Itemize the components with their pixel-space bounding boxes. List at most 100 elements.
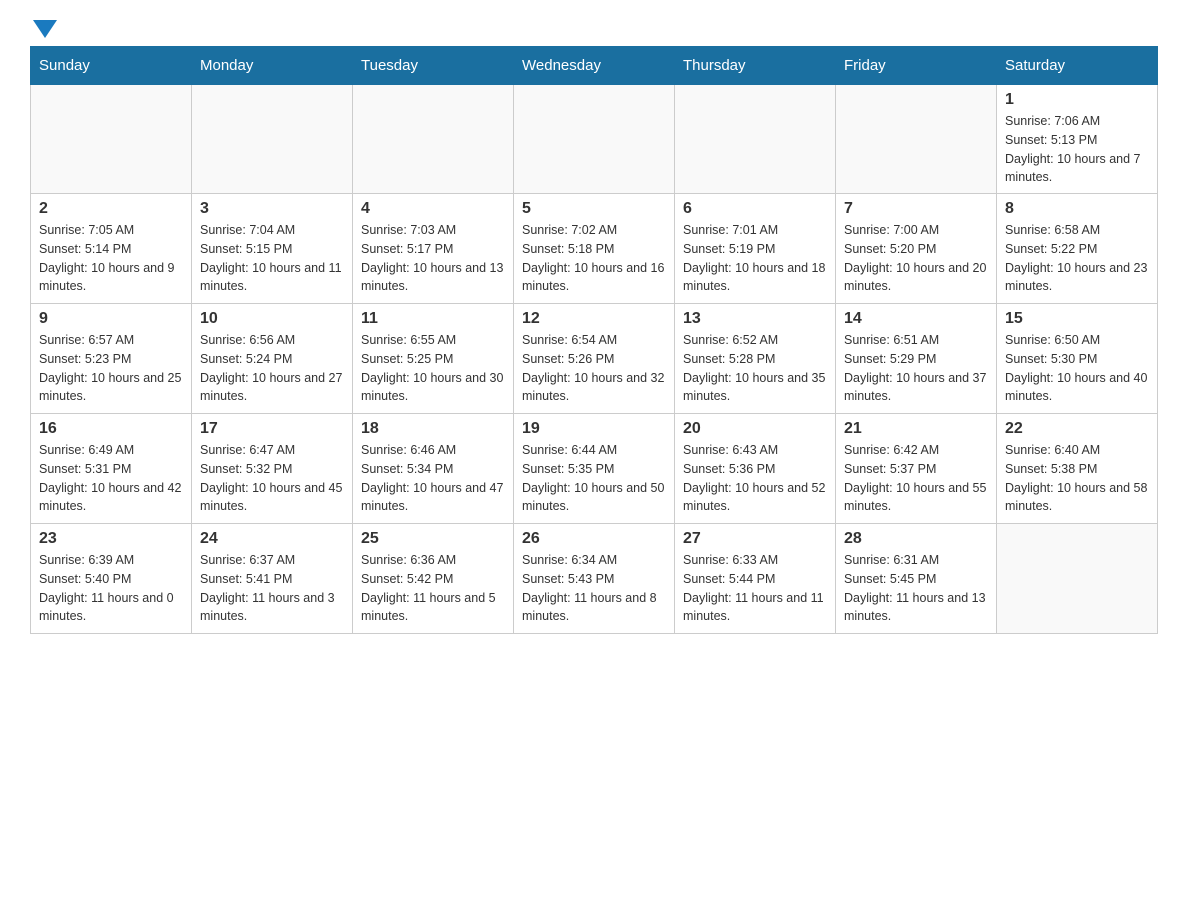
day-number: 22 <box>1005 420 1149 438</box>
logo-general <box>30 20 57 36</box>
day-number: 20 <box>683 420 827 438</box>
day-number: 28 <box>844 530 988 548</box>
day-number: 17 <box>200 420 344 438</box>
calendar-cell: 27 Sunrise: 6:33 AMSunset: 5:44 PMDayligh… <box>675 524 836 634</box>
day-number: 26 <box>522 530 666 548</box>
day-info: Sunrise: 6:44 AMSunset: 5:35 PMDaylight:… <box>522 441 666 516</box>
day-number: 7 <box>844 200 988 218</box>
day-info: Sunrise: 6:52 AMSunset: 5:28 PMDaylight:… <box>683 331 827 406</box>
calendar-cell: 20 Sunrise: 6:43 AMSunset: 5:36 PMDayligh… <box>675 414 836 524</box>
calendar-cell: 13 Sunrise: 6:52 AMSunset: 5:28 PMDayligh… <box>675 304 836 414</box>
day-number: 9 <box>39 310 183 328</box>
calendar-cell <box>192 85 353 194</box>
day-info: Sunrise: 7:00 AMSunset: 5:20 PMDaylight:… <box>844 221 988 296</box>
calendar-cell: 4 Sunrise: 7:03 AMSunset: 5:17 PMDaylight… <box>353 194 514 304</box>
calendar-header-monday: Monday <box>192 47 353 85</box>
calendar-week-1: 1 Sunrise: 7:06 AMSunset: 5:13 PMDaylight… <box>31 85 1158 194</box>
day-info: Sunrise: 6:58 AMSunset: 5:22 PMDaylight:… <box>1005 221 1149 296</box>
calendar-header-sunday: Sunday <box>31 47 192 85</box>
calendar-cell <box>997 524 1158 634</box>
day-info: Sunrise: 6:37 AMSunset: 5:41 PMDaylight:… <box>200 551 344 626</box>
calendar-cell: 12 Sunrise: 6:54 AMSunset: 5:26 PMDayligh… <box>514 304 675 414</box>
calendar-week-4: 16Sunrise: 6:49 AMSunset: 5:31 PMDayligh… <box>31 414 1158 524</box>
day-number: 8 <box>1005 200 1149 218</box>
calendar-week-3: 9Sunrise: 6:57 AMSunset: 5:23 PMDaylight… <box>31 304 1158 414</box>
calendar-cell: 16Sunrise: 6:49 AMSunset: 5:31 PMDayligh… <box>31 414 192 524</box>
day-number: 21 <box>844 420 988 438</box>
day-number: 13 <box>683 310 827 328</box>
day-number: 4 <box>361 200 505 218</box>
calendar-cell: 14 Sunrise: 6:51 AMSunset: 5:29 PMDayligh… <box>836 304 997 414</box>
day-number: 23 <box>39 530 183 548</box>
calendar-cell <box>675 85 836 194</box>
calendar-cell: 5 Sunrise: 7:02 AMSunset: 5:18 PMDaylight… <box>514 194 675 304</box>
calendar-cell: 18 Sunrise: 6:46 AMSunset: 5:34 PMDayligh… <box>353 414 514 524</box>
calendar-header-wednesday: Wednesday <box>514 47 675 85</box>
calendar-cell: 2Sunrise: 7:05 AMSunset: 5:14 PMDaylight… <box>31 194 192 304</box>
calendar-cell: 15Sunrise: 6:50 AMSunset: 5:30 PMDayligh… <box>997 304 1158 414</box>
day-number: 16 <box>39 420 183 438</box>
day-info: Sunrise: 6:34 AMSunset: 5:43 PMDaylight:… <box>522 551 666 626</box>
day-info: Sunrise: 6:39 AMSunset: 5:40 PMDaylight:… <box>39 551 183 626</box>
calendar-cell: 10 Sunrise: 6:56 AMSunset: 5:24 PMDayligh… <box>192 304 353 414</box>
calendar-cell: 11 Sunrise: 6:55 AMSunset: 5:25 PMDayligh… <box>353 304 514 414</box>
day-info: Sunrise: 7:02 AMSunset: 5:18 PMDaylight:… <box>522 221 666 296</box>
calendar-cell: 17 Sunrise: 6:47 AMSunset: 5:32 PMDayligh… <box>192 414 353 524</box>
day-number: 14 <box>844 310 988 328</box>
calendar-cell <box>836 85 997 194</box>
day-info: Sunrise: 6:33 AMSunset: 5:44 PMDaylight:… <box>683 551 827 626</box>
calendar-header-saturday: Saturday <box>997 47 1158 85</box>
calendar-cell: 1 Sunrise: 7:06 AMSunset: 5:13 PMDaylight… <box>997 85 1158 194</box>
calendar-cell: 6 Sunrise: 7:01 AMSunset: 5:19 PMDaylight… <box>675 194 836 304</box>
calendar-cell <box>353 85 514 194</box>
logo <box>30 20 57 36</box>
day-number: 19 <box>522 420 666 438</box>
calendar-cell: 24 Sunrise: 6:37 AMSunset: 5:41 PMDayligh… <box>192 524 353 634</box>
day-info: Sunrise: 6:51 AMSunset: 5:29 PMDaylight:… <box>844 331 988 406</box>
day-info: Sunrise: 6:36 AMSunset: 5:42 PMDaylight:… <box>361 551 505 626</box>
day-info: Sunrise: 6:42 AMSunset: 5:37 PMDaylight:… <box>844 441 988 516</box>
day-info: Sunrise: 6:55 AMSunset: 5:25 PMDaylight:… <box>361 331 505 406</box>
day-number: 10 <box>200 310 344 328</box>
day-number: 2 <box>39 200 183 218</box>
logo-triangle-icon <box>33 20 57 38</box>
calendar-week-2: 2Sunrise: 7:05 AMSunset: 5:14 PMDaylight… <box>31 194 1158 304</box>
day-number: 25 <box>361 530 505 548</box>
calendar-cell: 25 Sunrise: 6:36 AMSunset: 5:42 PMDayligh… <box>353 524 514 634</box>
calendar-cell <box>31 85 192 194</box>
day-info: Sunrise: 7:04 AMSunset: 5:15 PMDaylight:… <box>200 221 344 296</box>
day-info: Sunrise: 6:54 AMSunset: 5:26 PMDaylight:… <box>522 331 666 406</box>
calendar-header-thursday: Thursday <box>675 47 836 85</box>
day-info: Sunrise: 6:43 AMSunset: 5:36 PMDaylight:… <box>683 441 827 516</box>
day-number: 11 <box>361 310 505 328</box>
calendar-cell <box>514 85 675 194</box>
day-info: Sunrise: 6:56 AMSunset: 5:24 PMDaylight:… <box>200 331 344 406</box>
day-number: 12 <box>522 310 666 328</box>
day-number: 3 <box>200 200 344 218</box>
day-info: Sunrise: 6:47 AMSunset: 5:32 PMDaylight:… <box>200 441 344 516</box>
calendar-cell: 23 Sunrise: 6:39 AMSunset: 5:40 PMDayligh… <box>31 524 192 634</box>
day-info: Sunrise: 7:06 AMSunset: 5:13 PMDaylight:… <box>1005 112 1149 187</box>
day-number: 15 <box>1005 310 1149 328</box>
calendar-cell: 7 Sunrise: 7:00 AMSunset: 5:20 PMDaylight… <box>836 194 997 304</box>
calendar-cell: 9Sunrise: 6:57 AMSunset: 5:23 PMDaylight… <box>31 304 192 414</box>
day-info: Sunrise: 7:01 AMSunset: 5:19 PMDaylight:… <box>683 221 827 296</box>
day-number: 5 <box>522 200 666 218</box>
day-number: 6 <box>683 200 827 218</box>
day-info: Sunrise: 6:46 AMSunset: 5:34 PMDaylight:… <box>361 441 505 516</box>
calendar-cell: 28Sunrise: 6:31 AMSunset: 5:45 PMDayligh… <box>836 524 997 634</box>
calendar-cell: 3 Sunrise: 7:04 AMSunset: 5:15 PMDaylight… <box>192 194 353 304</box>
calendar-cell: 8 Sunrise: 6:58 AMSunset: 5:22 PMDaylight… <box>997 194 1158 304</box>
calendar-cell: 19 Sunrise: 6:44 AMSunset: 5:35 PMDayligh… <box>514 414 675 524</box>
calendar-cell: 21 Sunrise: 6:42 AMSunset: 5:37 PMDayligh… <box>836 414 997 524</box>
calendar-cell: 26 Sunrise: 6:34 AMSunset: 5:43 PMDayligh… <box>514 524 675 634</box>
calendar-header-tuesday: Tuesday <box>353 47 514 85</box>
day-info: Sunrise: 6:40 AMSunset: 5:38 PMDaylight:… <box>1005 441 1149 516</box>
day-number: 18 <box>361 420 505 438</box>
page-header <box>30 20 1158 36</box>
day-number: 24 <box>200 530 344 548</box>
day-number: 1 <box>1005 91 1149 109</box>
day-info: Sunrise: 7:03 AMSunset: 5:17 PMDaylight:… <box>361 221 505 296</box>
day-number: 27 <box>683 530 827 548</box>
calendar-header-friday: Friday <box>836 47 997 85</box>
